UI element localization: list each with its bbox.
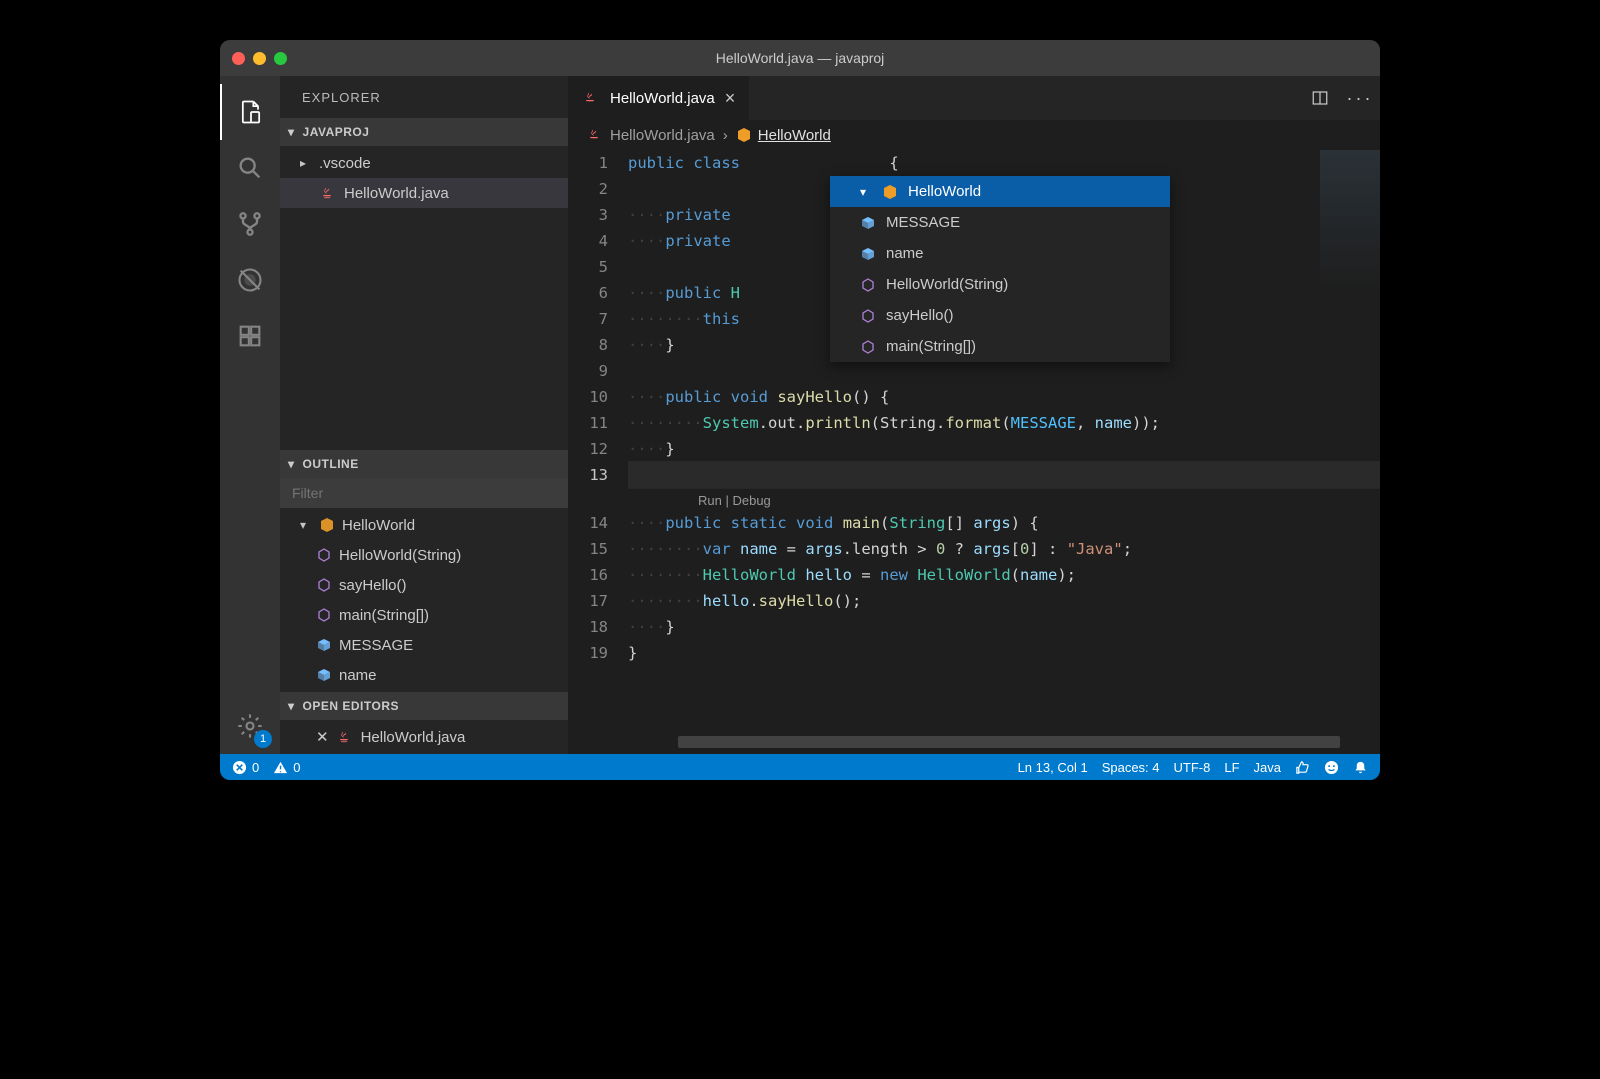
activity-bar: 1 [220, 76, 280, 754]
code-editor[interactable]: 1 2 3 4 5 6 7 8 9 10 11 12 13 14 15 16 [568, 150, 1380, 754]
field-icon [860, 215, 876, 231]
outline-tree: ▾ HelloWorld HelloWorld(String) sayHello… [280, 508, 568, 692]
outline-main[interactable]: main(String[]) [280, 600, 568, 630]
split-editor-button[interactable] [1300, 76, 1340, 120]
minimap[interactable] [1320, 150, 1380, 350]
outline-sayhello[interactable]: sayHello() [280, 570, 568, 600]
dd-constructor[interactable]: HelloWorld(String) [830, 269, 1170, 300]
horizontal-scrollbar[interactable] [678, 736, 1340, 748]
status-bar: 0 0 Ln 13, Col 1 Spaces: 4 UTF-8 LF Java [220, 754, 1380, 780]
open-editors-section-header[interactable]: ▾ OPEN EDITORS [280, 692, 568, 720]
more-actions-button[interactable]: ··· [1340, 76, 1380, 120]
java-file-icon [336, 729, 354, 745]
java-file-icon [582, 90, 600, 106]
debug-activity[interactable] [220, 252, 280, 308]
breadcrumb[interactable]: HelloWorld.java › HelloWorld [568, 120, 1380, 150]
line-gutter: 1 2 3 4 5 6 7 8 9 10 11 12 13 14 15 16 [568, 150, 628, 754]
status-encoding[interactable]: UTF-8 [1174, 760, 1211, 775]
dd-message[interactable]: MESSAGE [830, 207, 1170, 238]
outline-filter-input[interactable] [280, 478, 568, 508]
dd-main[interactable]: main(String[]) [830, 331, 1170, 362]
method-icon [316, 577, 332, 593]
source-control-activity[interactable] [220, 196, 280, 252]
warning-icon [273, 760, 288, 775]
open-editor-item[interactable]: ✕ HelloWorld.java [280, 722, 568, 752]
explorer-activity[interactable] [220, 84, 280, 140]
outline-section-header[interactable]: ▾ OUTLINE [280, 450, 568, 478]
status-eol[interactable]: LF [1224, 760, 1239, 775]
project-section-header[interactable]: ▾ JAVAPROJ [280, 118, 568, 146]
status-feedback-icon[interactable] [1324, 760, 1339, 775]
breadcrumb-file[interactable]: HelloWorld.java [586, 127, 715, 144]
status-language[interactable]: Java [1254, 760, 1281, 775]
chevron-down-icon: ▾ [288, 125, 295, 139]
dd-sayhello[interactable]: sayHello() [830, 300, 1170, 331]
outline-constructor[interactable]: HelloWorld(String) [280, 540, 568, 570]
class-icon [319, 517, 335, 533]
settings-activity[interactable]: 1 [220, 698, 280, 754]
status-spaces[interactable]: Spaces: 4 [1102, 760, 1160, 775]
field-icon [316, 637, 332, 653]
codelens[interactable]: Run | Debug [628, 488, 1380, 510]
sidebar-title: EXPLORER [280, 76, 568, 118]
editor-tabs: HelloWorld.java × ··· [568, 76, 1380, 120]
method-icon [860, 308, 876, 324]
chevron-down-icon: ▾ [300, 518, 312, 532]
file-helloworld[interactable]: ▸ HelloWorld.java [280, 178, 568, 208]
outline-message[interactable]: MESSAGE [280, 630, 568, 660]
java-file-icon [319, 185, 337, 201]
extensions-activity[interactable] [220, 308, 280, 364]
workbench-body: 1 EXPLORER ▾ JAVAPROJ ▸ .vscode ▸ [220, 76, 1380, 754]
close-tab-icon[interactable]: × [725, 88, 736, 109]
editor-group: HelloWorld.java × ··· HelloWorld.java › [568, 76, 1380, 754]
outline-class[interactable]: ▾ HelloWorld [280, 510, 568, 540]
chevron-right-icon: › [723, 127, 728, 144]
open-editors-list: ✕ HelloWorld.java [280, 720, 568, 754]
search-activity[interactable] [220, 140, 280, 196]
chevron-down-icon: ▾ [288, 699, 295, 713]
vscode-window: HelloWorld.java — javaproj 1 [220, 40, 1380, 780]
chevron-right-icon: ▸ [300, 156, 312, 170]
status-bell-icon[interactable] [1353, 760, 1368, 775]
settings-badge: 1 [254, 730, 272, 748]
field-icon [316, 667, 332, 683]
breadcrumb-symbol[interactable]: HelloWorld [736, 127, 831, 144]
class-icon [882, 184, 898, 200]
status-warnings[interactable]: 0 [273, 760, 300, 775]
folder-vscode[interactable]: ▸ .vscode [280, 148, 568, 178]
status-position[interactable]: Ln 13, Col 1 [1018, 760, 1088, 775]
tab-helloworld[interactable]: HelloWorld.java × [568, 76, 749, 120]
field-icon [860, 246, 876, 262]
dd-class[interactable]: ▾ HelloWorld [830, 176, 1170, 207]
method-icon [316, 547, 332, 563]
titlebar: HelloWorld.java — javaproj [220, 40, 1380, 76]
code-content[interactable]: public class { ····private "llo, %s!"; ·… [628, 150, 1380, 754]
class-icon [736, 127, 752, 143]
status-errors[interactable]: 0 [232, 760, 259, 775]
java-file-icon [586, 127, 604, 143]
breadcrumb-dropdown: ▾ HelloWorld MESSAGE name [830, 176, 1170, 362]
method-icon [860, 339, 876, 355]
sidebar: EXPLORER ▾ JAVAPROJ ▸ .vscode ▸ HelloWor… [280, 76, 568, 754]
chevron-down-icon: ▾ [860, 179, 872, 205]
outline-name[interactable]: name [280, 660, 568, 690]
close-icon[interactable]: ✕ [316, 728, 329, 746]
chevron-down-icon: ▾ [288, 457, 295, 471]
error-icon [232, 760, 247, 775]
dd-name[interactable]: name [830, 238, 1170, 269]
method-icon [860, 277, 876, 293]
method-icon [316, 607, 332, 623]
window-title: HelloWorld.java — javaproj [220, 50, 1380, 66]
file-tree: ▸ .vscode ▸ HelloWorld.java [280, 146, 568, 210]
status-thumbs-up-icon[interactable] [1295, 760, 1310, 775]
